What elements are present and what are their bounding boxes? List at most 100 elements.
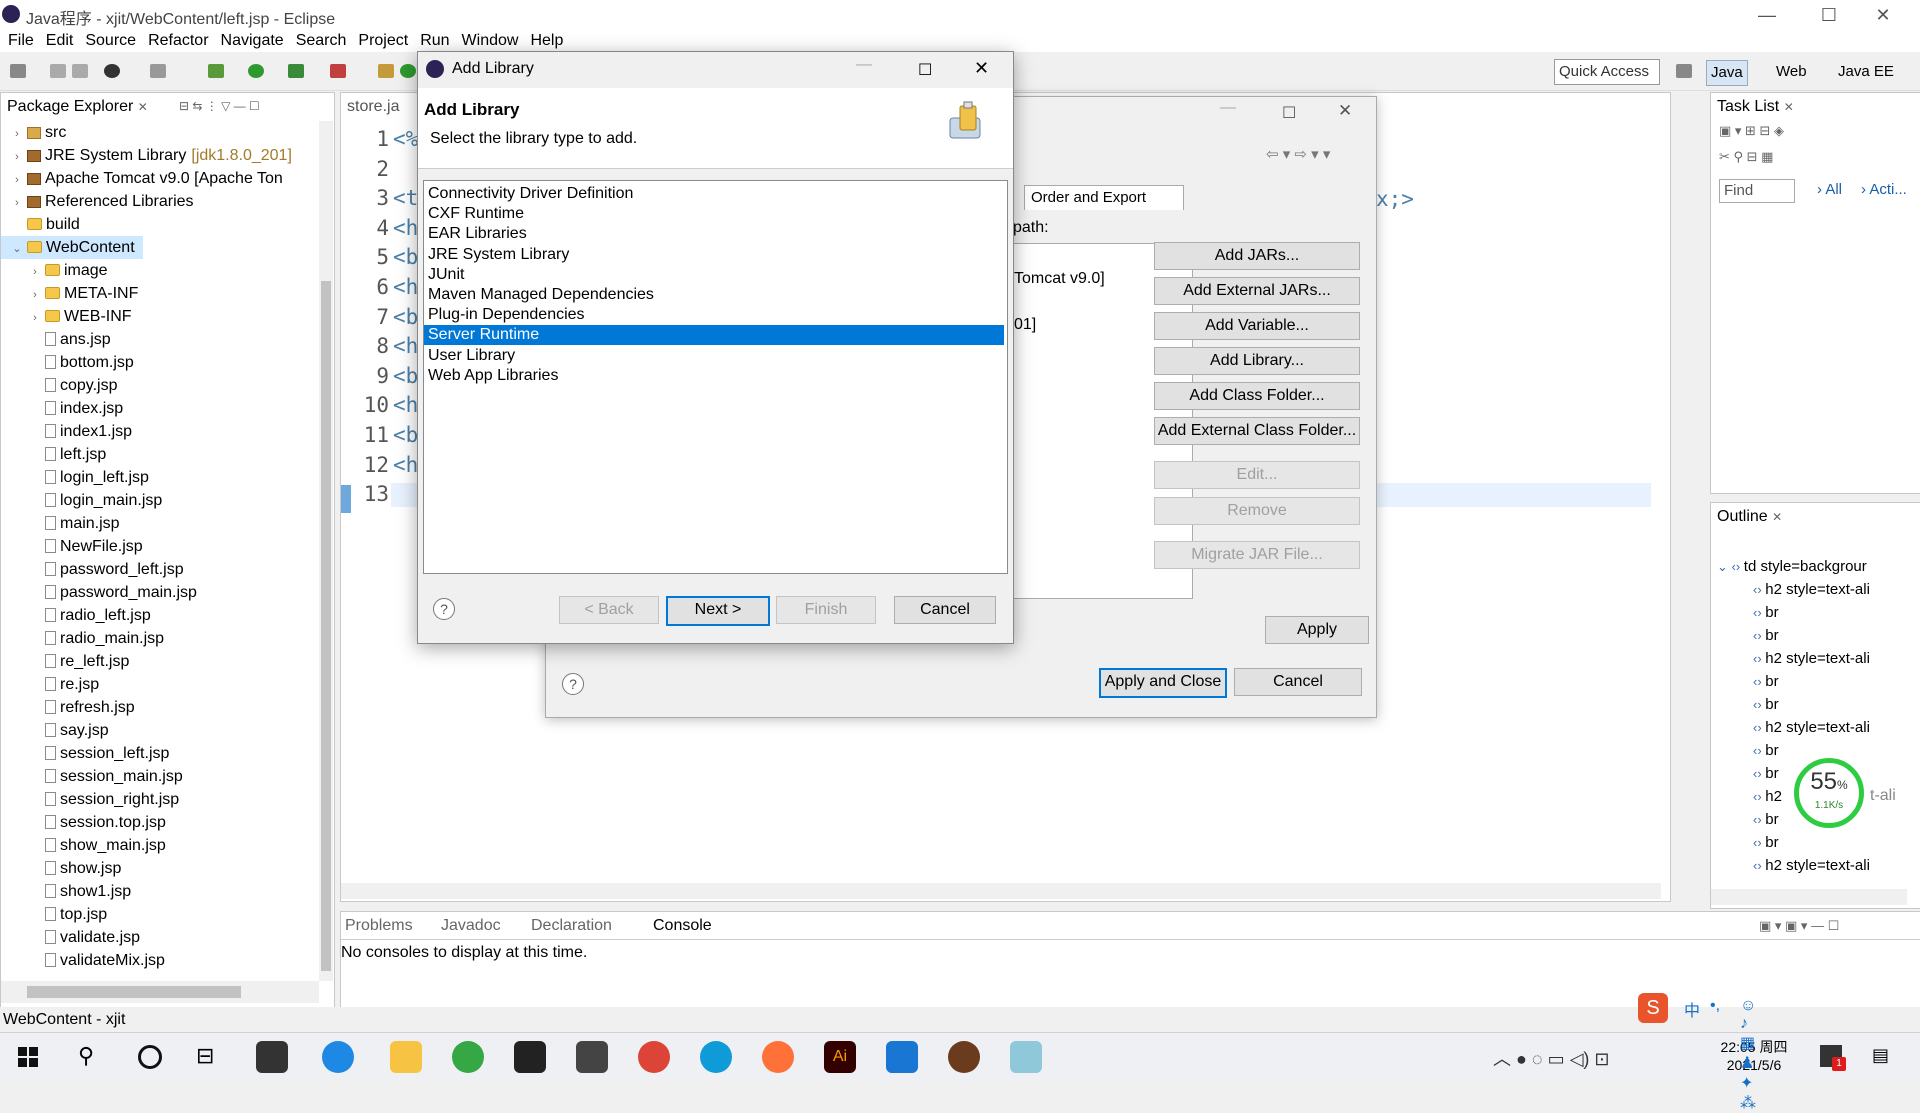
tree-item[interactable]: radio_left.jsp (1, 604, 151, 627)
tree-item[interactable]: validateMix.jsp (1, 949, 165, 972)
tree-item[interactable]: ⌄ WebContent (1, 236, 143, 259)
illustrator-icon[interactable]: Ai (824, 1041, 856, 1073)
twisty-icon[interactable]: ⌄ (11, 238, 23, 261)
tree-item[interactable]: › META-INF (1, 282, 138, 305)
open-type-icon[interactable] (400, 64, 416, 78)
external-tools-icon[interactable] (330, 64, 346, 78)
tree-item[interactable]: show.jsp (1, 857, 121, 880)
close-button[interactable]: ✕ (1860, 0, 1906, 30)
console-tab-console[interactable]: Console (649, 914, 716, 938)
tree-item[interactable]: re.jsp (1, 673, 99, 696)
start-icon[interactable] (18, 1047, 38, 1067)
outline-item[interactable]: ‹› br (1711, 601, 1779, 624)
tree-item[interactable]: login_main.jsp (1, 489, 162, 512)
prop-button[interactable]: Add External JARs... (1154, 277, 1360, 305)
code-line[interactable]: <b (393, 305, 418, 329)
save-all-icon[interactable] (72, 64, 88, 78)
ime-punct[interactable]: •, (1710, 997, 1720, 1015)
menu-search[interactable]: Search (290, 30, 353, 52)
tree-item[interactable]: radio_main.jsp (1, 627, 164, 650)
eclipse-taskbar-icon[interactable] (948, 1041, 980, 1073)
save-icon[interactable] (50, 64, 66, 78)
tree-item[interactable]: NewFile.jsp (1, 535, 143, 558)
outline-item[interactable]: ‹› h2 style=text-ali (1711, 578, 1870, 601)
tree-item[interactable]: login_left.jsp (1, 466, 149, 489)
tree-item[interactable]: session_left.jsp (1, 742, 169, 765)
browser-green-icon[interactable] (452, 1041, 484, 1073)
console-tab-problems[interactable]: Problems (345, 914, 413, 938)
menu-source[interactable]: Source (79, 30, 142, 52)
code-line[interactable]: <h (393, 275, 418, 299)
tree-item[interactable]: validate.jsp (1, 926, 140, 949)
package-explorer-tab[interactable]: Package Explorer ✕ (7, 95, 148, 119)
prop-cancel-button[interactable]: Cancel (1234, 668, 1362, 696)
library-type-item[interactable]: CXF Runtime (428, 204, 524, 224)
perspective-web[interactable]: Web (1772, 60, 1811, 84)
task-all-link[interactable]: › All (1817, 181, 1842, 198)
app-icon-phone[interactable] (886, 1041, 918, 1073)
notification-icon[interactable]: 1 (1820, 1045, 1846, 1071)
library-type-item[interactable]: JUnit (428, 265, 464, 285)
tree-item[interactable]: session.top.jsp (1, 811, 166, 834)
new-icon[interactable] (10, 64, 26, 78)
chrome-icon[interactable] (638, 1041, 670, 1073)
code-line[interactable]: <b (393, 364, 418, 388)
ie-icon[interactable] (322, 1041, 354, 1073)
library-type-item[interactable]: Plug-in Dependencies (428, 305, 585, 325)
menu-refactor[interactable]: Refactor (142, 30, 214, 52)
code-line[interactable]: <% (393, 127, 418, 151)
tree-item[interactable]: index.jsp (1, 397, 123, 420)
library-type-item[interactable]: EAR Libraries (428, 224, 527, 244)
tree-item[interactable]: ans.jsp (1, 328, 111, 351)
tree-item[interactable]: build (1, 213, 80, 236)
outline-item[interactable]: ‹› h2 (1711, 785, 1782, 808)
new-server-icon[interactable] (378, 64, 394, 78)
prop-disabled-button[interactable]: Remove (1154, 497, 1360, 525)
outline-item[interactable]: ‹› br (1711, 693, 1779, 716)
prop-minimize-button[interactable]: — (1220, 99, 1236, 117)
tree-item[interactable]: session_right.jsp (1, 788, 179, 811)
tree-hscroll-thumb[interactable] (27, 986, 241, 998)
outline-tab[interactable]: Outline ✕ (1717, 505, 1782, 529)
collapse-all-icon[interactable]: ⊟ ⇆ ⋮ ▽ — ☐ (179, 99, 260, 113)
menu-help[interactable]: Help (524, 30, 569, 52)
task-activate-link[interactable]: › Acti... (1861, 181, 1907, 198)
outline-item[interactable]: ‹› h2 style=text-ali (1711, 854, 1870, 877)
prop-button[interactable]: Add External Class Folder... (1154, 417, 1360, 445)
tree-item[interactable]: main.jsp (1, 512, 120, 535)
task-find-input[interactable]: Find (1719, 179, 1795, 203)
sogou-icon[interactable]: S (1638, 993, 1668, 1023)
perspective-java[interactable]: Java (1706, 60, 1748, 86)
tree-item[interactable]: refresh.jsp (1, 696, 135, 719)
twisty-icon[interactable]: › (11, 169, 23, 192)
prop-close-button[interactable]: ✕ (1338, 101, 1352, 121)
prop-entry-jdk[interactable]: 01] (1014, 316, 1036, 334)
library-type-item[interactable]: Maven Managed Dependencies (428, 285, 654, 305)
firefox-icon[interactable] (762, 1041, 794, 1073)
code-line[interactable]: <b (393, 423, 418, 447)
maximize-button[interactable]: ☐ (1806, 0, 1852, 30)
code-line[interactable]: <h (393, 216, 418, 240)
library-type-item[interactable]: Connectivity Driver Definition (428, 184, 633, 204)
dialog-close-button[interactable]: ✕ (974, 58, 989, 79)
outline-item[interactable]: ‹› h2 style=text-ali (1711, 647, 1870, 670)
outline-item[interactable]: ‹› h2 style=text-ali (1711, 716, 1870, 739)
tray-icons[interactable]: ︿ ● ◌ ▭ ◁) ⊡ (1493, 1045, 1610, 1071)
cortana-icon[interactable] (138, 1045, 162, 1069)
task-view-icon[interactable]: ⊟ (196, 1043, 214, 1069)
tree-vertical-scrollbar[interactable] (319, 121, 333, 981)
menu-project[interactable]: Project (352, 30, 414, 52)
twisty-icon[interactable]: › (11, 192, 23, 215)
finish-button[interactable]: Finish (776, 596, 876, 624)
prop-button[interactable]: Add JARs... (1154, 242, 1360, 270)
prop-button[interactable]: Add Class Folder... (1154, 382, 1360, 410)
editor-tab-store[interactable]: store.ja (347, 95, 399, 119)
tree-item[interactable]: › JRE System Library [jdk1.8.0_201] (1, 144, 292, 167)
tree-item[interactable]: show1.jsp (1, 880, 131, 903)
file-explorer-icon[interactable] (390, 1041, 422, 1073)
cancel-button[interactable]: Cancel (894, 596, 996, 624)
tree-item[interactable]: say.jsp (1, 719, 109, 742)
tree-item[interactable]: password_main.jsp (1, 581, 197, 604)
tree-item[interactable]: password_left.jsp (1, 558, 184, 581)
outline-item[interactable]: ‹› br (1711, 831, 1779, 854)
